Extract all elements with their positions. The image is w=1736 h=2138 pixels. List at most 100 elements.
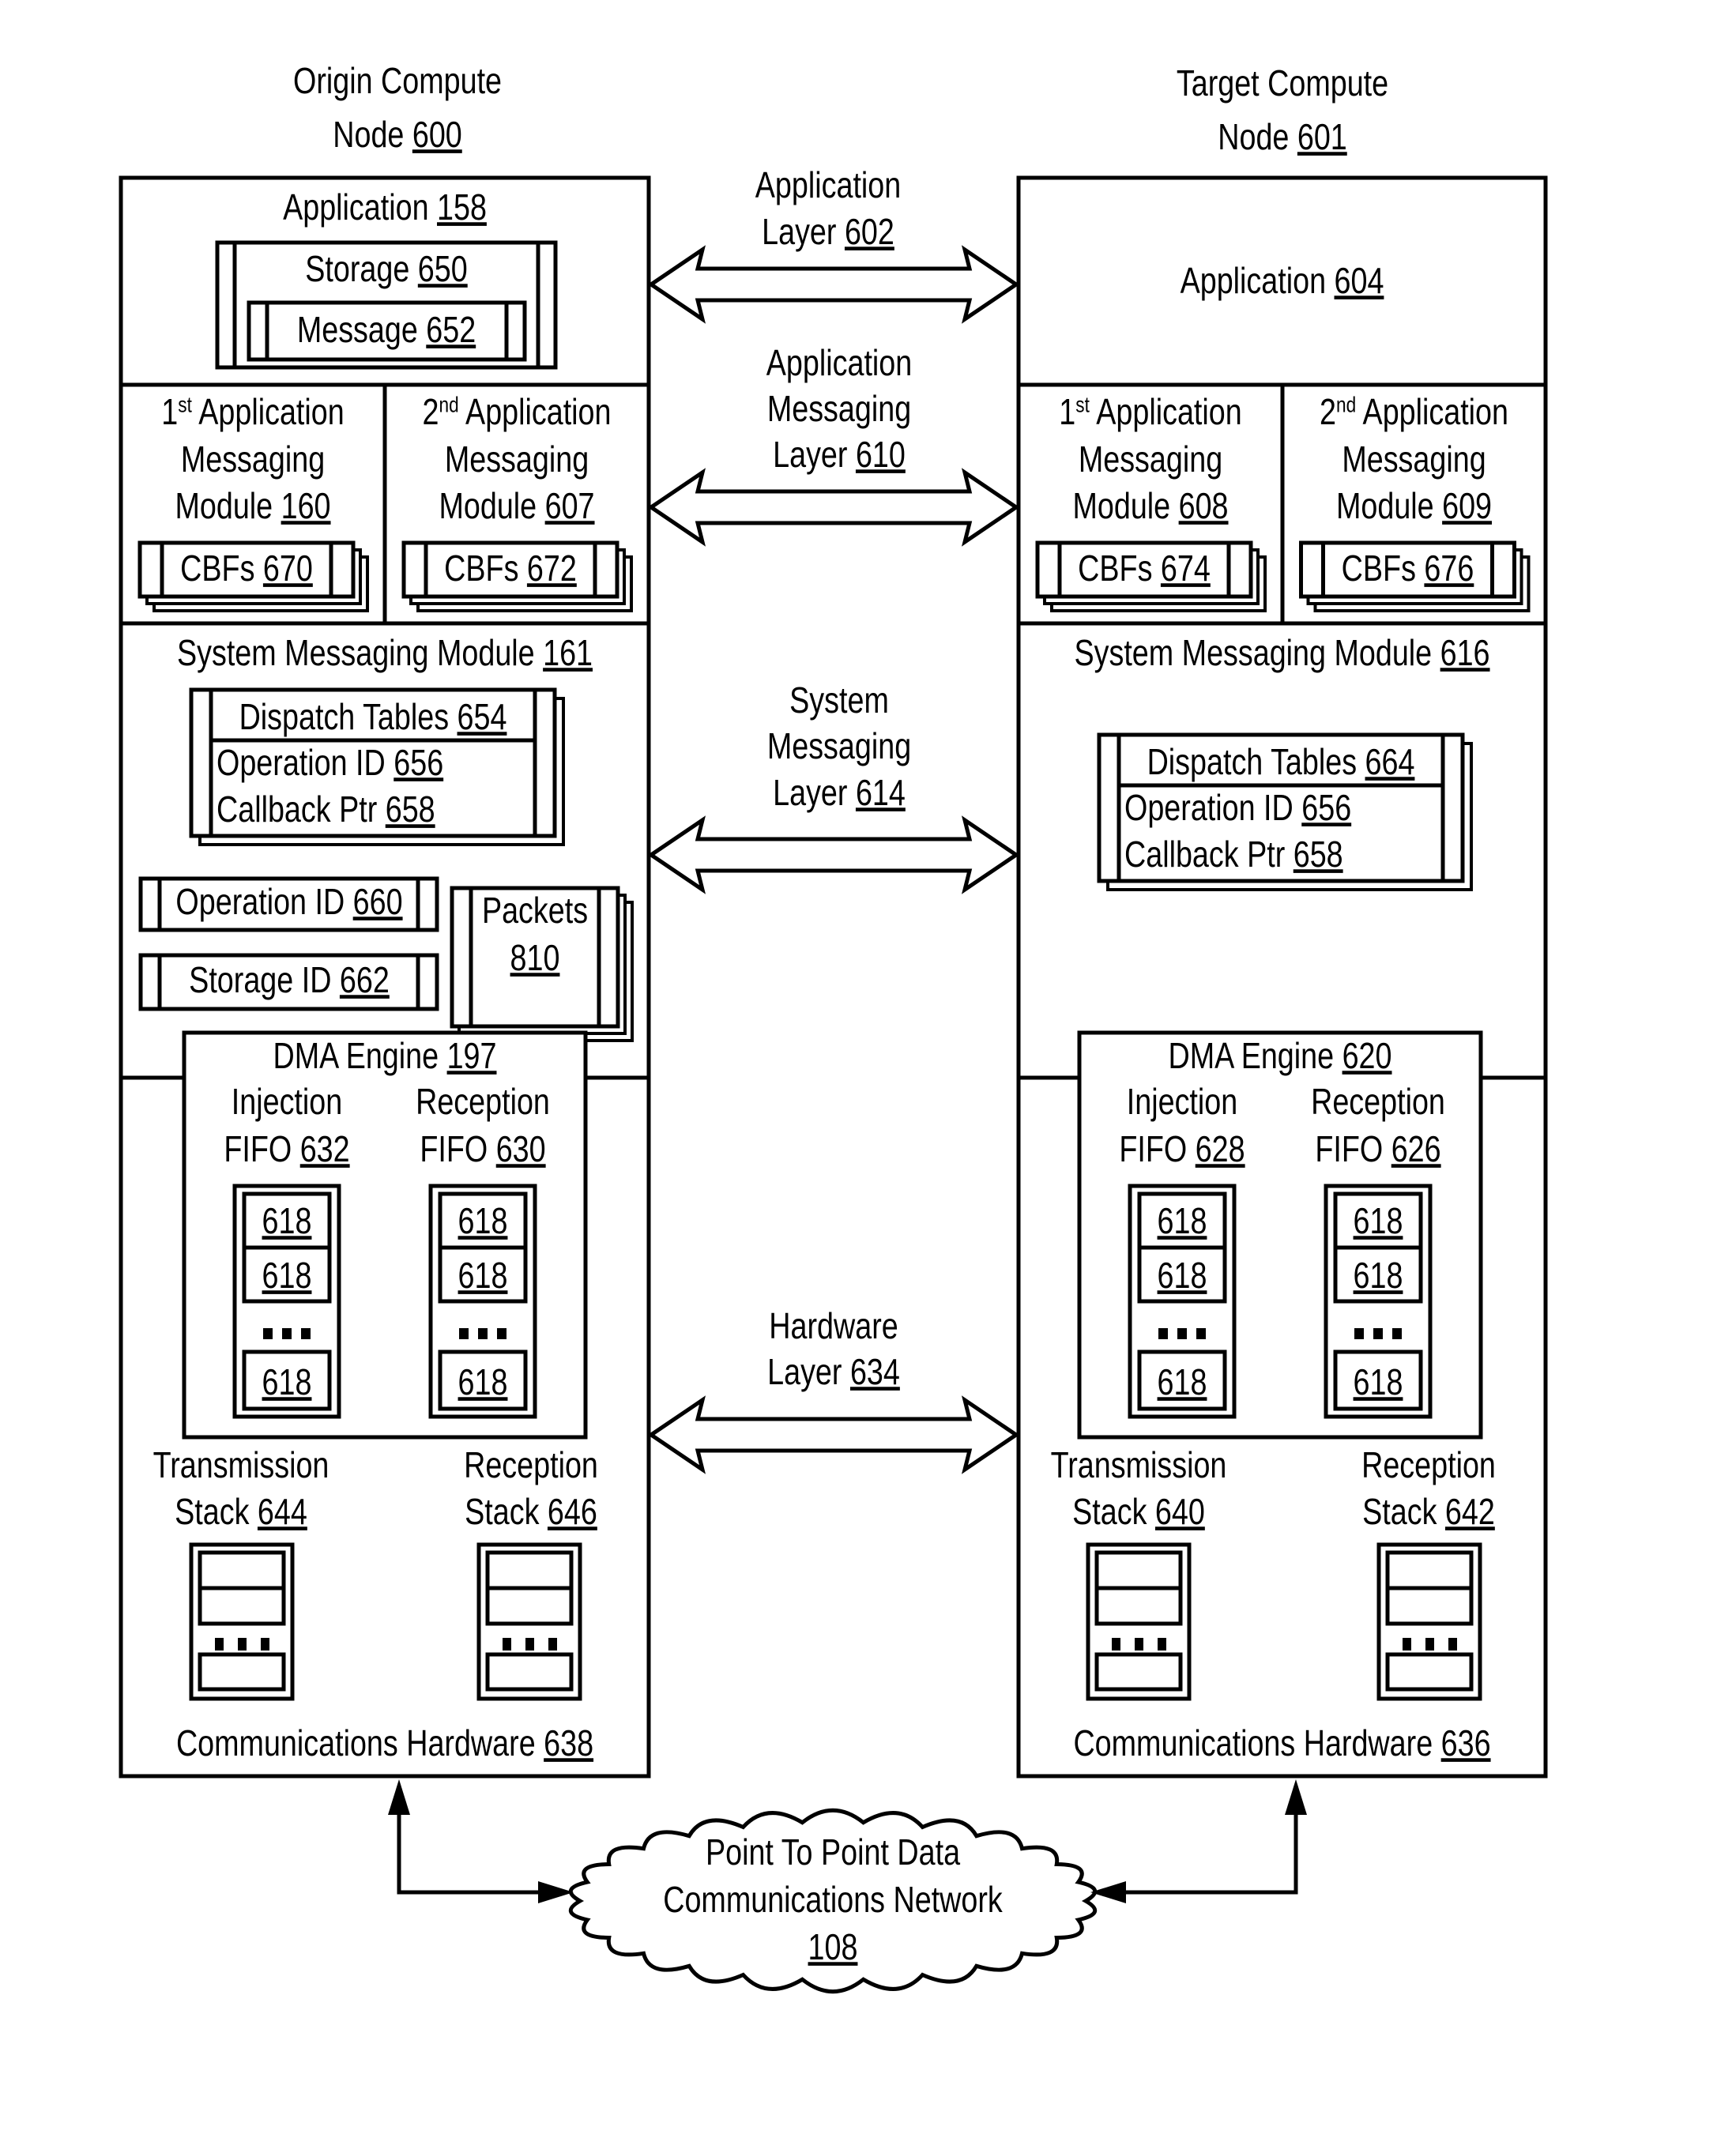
reference-number: 652 xyxy=(426,309,476,349)
label-text: Application xyxy=(1181,260,1335,300)
reference-number: 618 xyxy=(458,1361,508,1402)
arrowhead-up-icon xyxy=(388,1779,410,1815)
ellipsis-dot xyxy=(1392,1328,1402,1339)
svg-text:618: 618 xyxy=(1354,1255,1403,1295)
label-text: Application xyxy=(1090,391,1242,431)
reference-number: 660 xyxy=(353,881,403,921)
svg-text:Communications Network: Communications Network xyxy=(663,1879,1003,1919)
label-text: Stack xyxy=(175,1491,258,1531)
svg-text:System: System xyxy=(789,679,889,720)
label-text: Dispatch Tables xyxy=(239,696,458,736)
svg-text:618: 618 xyxy=(1158,1361,1207,1402)
reference-number: 672 xyxy=(527,548,577,588)
injection-fifo-label: Injection xyxy=(1127,1081,1237,1121)
cbfs-label: CBFs 672 xyxy=(444,548,577,588)
layer-label: Layer 614 xyxy=(773,772,906,812)
ellipsis-dot xyxy=(301,1328,311,1339)
svg-text:CBFs 676: CBFs 676 xyxy=(1342,548,1474,588)
label-text: Injection xyxy=(232,1081,342,1121)
ellipsis-dot xyxy=(1158,1638,1166,1651)
reception-stack-slot xyxy=(1385,1652,1474,1692)
reference-number: 620 xyxy=(1342,1035,1392,1075)
reference-number: 161 xyxy=(543,632,593,672)
svg-text:618: 618 xyxy=(458,1200,508,1240)
label-text: Dispatch Tables xyxy=(1147,741,1365,781)
module-title: Module 608 xyxy=(1072,485,1228,525)
reference-number: 676 xyxy=(1424,548,1474,588)
label-text: System Messaging Module xyxy=(1074,632,1440,672)
reception-stack-slot xyxy=(485,1550,574,1590)
transmission-stack-slot xyxy=(1094,1550,1183,1590)
label-text: Reception xyxy=(1361,1444,1496,1485)
svg-text:Messaging: Messaging xyxy=(1079,439,1222,479)
transmission-stack-label: Stack 644 xyxy=(175,1491,307,1531)
transmission-stack-slot xyxy=(1094,1652,1183,1692)
injection-fifo-label: FIFO 632 xyxy=(224,1128,349,1169)
reference-number: 618 xyxy=(1354,1361,1403,1402)
application-label: Application 604 xyxy=(1181,260,1384,300)
reference-number: 650 xyxy=(418,248,468,288)
label-text: FIFO xyxy=(1315,1128,1391,1169)
svg-text:Packets: Packets xyxy=(482,890,588,930)
label-text: Stack xyxy=(1362,1491,1445,1531)
reference-number: 656 xyxy=(394,742,443,782)
label-text: Transmission xyxy=(153,1444,330,1485)
svg-text:Messaging: Messaging xyxy=(1342,439,1486,479)
layer-label: Layer 634 xyxy=(767,1351,900,1391)
label-text: CBFs xyxy=(444,548,527,588)
reference-number: 608 xyxy=(1179,485,1229,525)
reference-number: 618 xyxy=(1354,1200,1403,1240)
label-text: Transmission xyxy=(1051,1444,1227,1485)
label-text: Layer xyxy=(773,772,856,812)
injection-fifo-label: Injection xyxy=(232,1081,342,1121)
ordinal-suffix: nd xyxy=(439,393,458,418)
reference-number: 607 xyxy=(545,485,595,525)
label-text: Packets xyxy=(482,890,588,930)
label-text: Module xyxy=(1336,485,1442,525)
label-text: Layer xyxy=(762,211,845,251)
svg-text:810: 810 xyxy=(510,937,560,977)
ellipsis-dot xyxy=(1354,1328,1364,1339)
ellipsis-dot xyxy=(497,1328,506,1339)
ellipsis-dot xyxy=(261,1638,269,1651)
label-text: Point To Point Data xyxy=(706,1831,961,1872)
ordinal-suffix: st xyxy=(178,393,192,418)
target-network-connector-line xyxy=(1122,1811,1298,1895)
label-text: Messaging xyxy=(767,388,911,428)
fifo-entry-label: 618 xyxy=(1158,1255,1207,1295)
reference-number: 618 xyxy=(458,1255,508,1295)
dispatch-tables-label: Dispatch Tables 654 xyxy=(239,696,507,736)
ellipsis-dot xyxy=(1158,1328,1168,1339)
label-text: Application xyxy=(459,391,612,431)
svg-text:618: 618 xyxy=(262,1200,312,1240)
label-text: Operation ID xyxy=(1124,787,1301,827)
label-text: Node xyxy=(1218,116,1297,156)
reference-number: 602 xyxy=(845,211,894,251)
label-text: Stack xyxy=(465,1491,548,1531)
svg-text:Injection: Injection xyxy=(232,1081,342,1121)
label-text: 1 xyxy=(161,391,178,431)
reception-stack-label: Stack 646 xyxy=(465,1491,597,1531)
label-text: Reception xyxy=(416,1081,550,1121)
svg-text:CBFs 672: CBFs 672 xyxy=(444,548,577,588)
layer-label: Hardware xyxy=(769,1305,898,1346)
reference-number: 658 xyxy=(386,789,435,829)
label-text: Messaging xyxy=(1079,439,1222,479)
svg-text:Communications Hardware 638: Communications Hardware 638 xyxy=(176,1722,593,1763)
fifo-entry-label: 618 xyxy=(262,1255,312,1295)
ellipsis-dot xyxy=(1448,1638,1457,1651)
svg-text:618: 618 xyxy=(458,1361,508,1402)
origin-network-connector-line xyxy=(397,1811,542,1895)
reference-number: 616 xyxy=(1440,632,1490,672)
svg-text:Layer 602: Layer 602 xyxy=(762,211,894,251)
label-text: Application xyxy=(283,186,437,227)
svg-text:Stack 646: Stack 646 xyxy=(465,1491,597,1531)
fifo-entry-label: 618 xyxy=(1354,1361,1403,1402)
arrowhead-left-icon xyxy=(1090,1881,1126,1903)
reference-number: 670 xyxy=(263,548,313,588)
ellipsis-dot xyxy=(1373,1328,1383,1339)
reference-number: 642 xyxy=(1445,1491,1495,1531)
system-messaging-module-label: System Messaging Module 161 xyxy=(177,632,593,672)
svg-text:Application 604: Application 604 xyxy=(1181,260,1384,300)
transmission-stack-label: Transmission xyxy=(1051,1444,1227,1485)
